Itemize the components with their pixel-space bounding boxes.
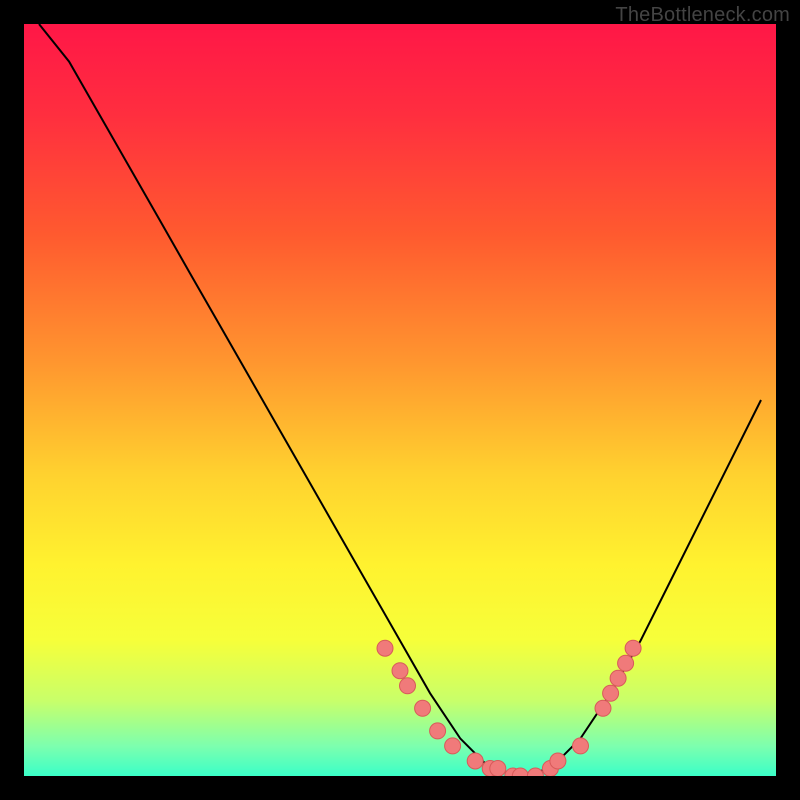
marker-point	[573, 738, 589, 754]
marker-point	[400, 678, 416, 694]
plot-area	[24, 24, 776, 776]
watermark-text: TheBottleneck.com	[615, 4, 790, 27]
marker-point	[603, 685, 619, 701]
marker-point	[490, 761, 506, 777]
marker-point	[618, 655, 634, 671]
marker-point	[377, 640, 393, 656]
marker-point	[430, 723, 446, 739]
marker-point	[550, 753, 566, 769]
marker-point	[595, 700, 611, 716]
marker-point	[445, 738, 461, 754]
chart-frame: TheBottleneck.com	[0, 0, 800, 800]
chart-svg	[24, 24, 776, 776]
marker-point	[467, 753, 483, 769]
marker-point	[625, 640, 641, 656]
marker-point	[415, 700, 431, 716]
marker-point	[392, 663, 408, 679]
marker-point	[610, 670, 626, 686]
